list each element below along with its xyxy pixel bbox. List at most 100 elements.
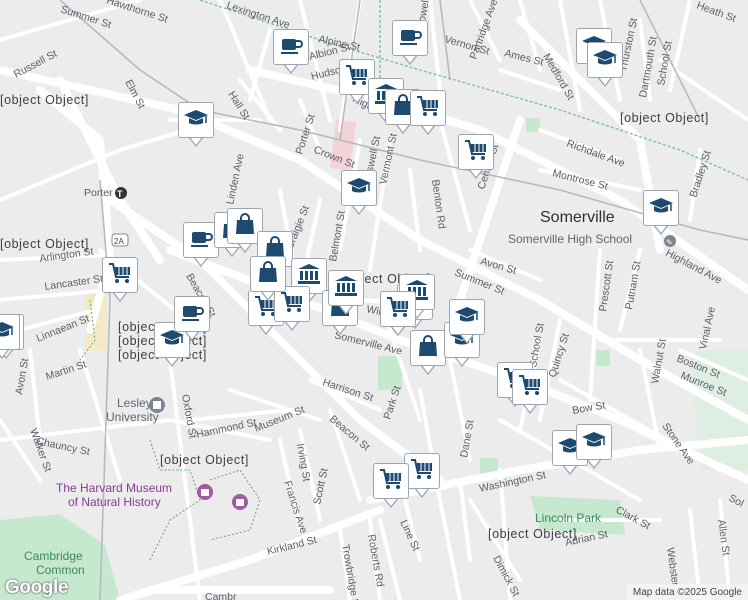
- street-label: Scott St: [311, 467, 330, 506]
- street-label: Dane St: [458, 419, 476, 459]
- street-label: Francis Ave: [281, 479, 309, 535]
- pin-body: [328, 270, 364, 306]
- school-icon: [453, 301, 481, 334]
- poi-pin-shopping-bag[interactable]: [250, 256, 286, 301]
- landmark-label: The Harvard Museum: [56, 481, 172, 495]
- street-label: Ames St: [503, 47, 544, 68]
- pin-body: [404, 453, 440, 489]
- school-icon: [345, 172, 373, 205]
- park-area: [526, 118, 540, 132]
- map-attribution: Map data ©2025 Google: [626, 584, 748, 600]
- grocery-cart-icon: [516, 371, 544, 404]
- poi-pin-grocery-cart[interactable]: [512, 369, 548, 414]
- poi-pin-coffee[interactable]: [273, 29, 309, 74]
- area-label: [object Object]: [620, 111, 709, 125]
- poi-pin-school[interactable]: [587, 42, 623, 87]
- street-label: Linden Ave: [224, 152, 247, 205]
- pin-body: [273, 29, 309, 65]
- street-label: Quincy St: [546, 332, 572, 379]
- landmark-label: of Natural History: [68, 495, 161, 509]
- poi-pin-grocery-cart[interactable]: [102, 257, 138, 302]
- svg-text:✎: ✎: [666, 238, 673, 247]
- pin-body: [458, 134, 494, 170]
- coffee-icon: [396, 22, 424, 55]
- street-label: Belmont St: [327, 210, 348, 263]
- street-label: Richdale Ave: [565, 138, 627, 170]
- city-label: Somerville: [540, 209, 615, 226]
- area-label: [object Object]: [488, 527, 577, 541]
- park-area: [596, 350, 610, 366]
- pin-body: [373, 463, 409, 499]
- poi-pin-coffee[interactable]: [392, 20, 428, 65]
- school-icon: [647, 192, 675, 225]
- street-label: Montrose St: [551, 167, 609, 192]
- transit-station-icon: T: [115, 187, 127, 199]
- landmark-label: Somerville High School: [508, 232, 632, 246]
- pin-body: [410, 90, 446, 126]
- pin-body: [392, 20, 428, 56]
- pin-body: [449, 299, 485, 335]
- poi-pin-shopping-bag[interactable]: [410, 330, 446, 375]
- area-label: [object Object]: [160, 453, 249, 467]
- landmark-label: Cambridge: [24, 549, 83, 563]
- poi-pin-school[interactable]: [576, 424, 612, 469]
- pin-body: [410, 330, 446, 366]
- poi-pin-school[interactable]: [643, 190, 679, 235]
- pin-body: [587, 42, 623, 78]
- poi-pin-school[interactable]: [449, 299, 485, 344]
- school-icon: [580, 426, 608, 459]
- area-label: [object Object]: [0, 93, 89, 107]
- poi-pin-grocery-cart[interactable]: [380, 291, 416, 336]
- route-shield-icon: 2A: [111, 233, 129, 247]
- poi-pin-coffee[interactable]: [174, 296, 210, 341]
- street-label: Dartmouth St: [637, 35, 660, 98]
- transit-label: Porter: [84, 187, 113, 199]
- landmark-label: Lesley: [117, 396, 152, 410]
- school-icon: [182, 104, 210, 137]
- area-label: [object Object]: [0, 237, 89, 251]
- street-label: Bradley St: [687, 149, 713, 199]
- shopping-bag-icon: [231, 210, 259, 243]
- landmark-label: University: [106, 410, 159, 424]
- street-label: Sol: [727, 492, 746, 510]
- poi-pin-grocery-cart[interactable]: [404, 453, 440, 498]
- pin-body: [643, 190, 679, 226]
- pin-body: [250, 256, 286, 292]
- shopping-bag-icon: [414, 332, 442, 365]
- poi-pin-school[interactable]: [178, 102, 214, 147]
- google-logo: Google: [5, 577, 69, 598]
- street-label: Heath St: [695, 0, 738, 25]
- attribution-text[interactable]: Map data ©2025 Google: [633, 587, 742, 598]
- landmark-label: Lincoln Park: [535, 511, 602, 525]
- coffee-icon: [277, 31, 305, 64]
- poi-pin-school[interactable]: [0, 314, 20, 359]
- grocery-cart-icon: [343, 61, 371, 94]
- poi-pin-school[interactable]: [341, 170, 377, 215]
- street-label: Line St: [397, 518, 422, 553]
- grocery-cart-icon: [377, 465, 405, 498]
- street-label: Roberts Rd: [365, 533, 386, 588]
- grocery-cart-icon: [384, 293, 412, 326]
- street-label: Webster: [664, 547, 681, 588]
- poi-pin-grocery-cart[interactable]: [373, 463, 409, 508]
- shopping-bag-icon: [254, 258, 282, 291]
- street-label: Avon St: [13, 357, 31, 395]
- pin-body: [341, 170, 377, 206]
- coffee-icon: [178, 298, 206, 331]
- grocery-cart-icon: [462, 136, 490, 169]
- street-label: Kirkland St: [266, 534, 318, 558]
- street-label: Lexington Ave: [225, 0, 291, 31]
- school-icon: [0, 316, 16, 349]
- museum-icon: [232, 494, 248, 510]
- street-label: Harrison St: [321, 376, 375, 404]
- poi-pin-grocery-cart[interactable]: [410, 90, 446, 135]
- poi-pin-grocery-cart[interactable]: [458, 134, 494, 179]
- street-label: Hawthorne St: [105, 0, 169, 26]
- grocery-cart-icon: [408, 455, 436, 488]
- grocery-cart-icon: [106, 259, 134, 292]
- poi-pin-bank[interactable]: [328, 270, 364, 315]
- coffee-icon: [187, 224, 215, 257]
- pin-body: [174, 296, 210, 332]
- street-label: Putnam St: [623, 260, 643, 310]
- museum-icon: [197, 484, 213, 500]
